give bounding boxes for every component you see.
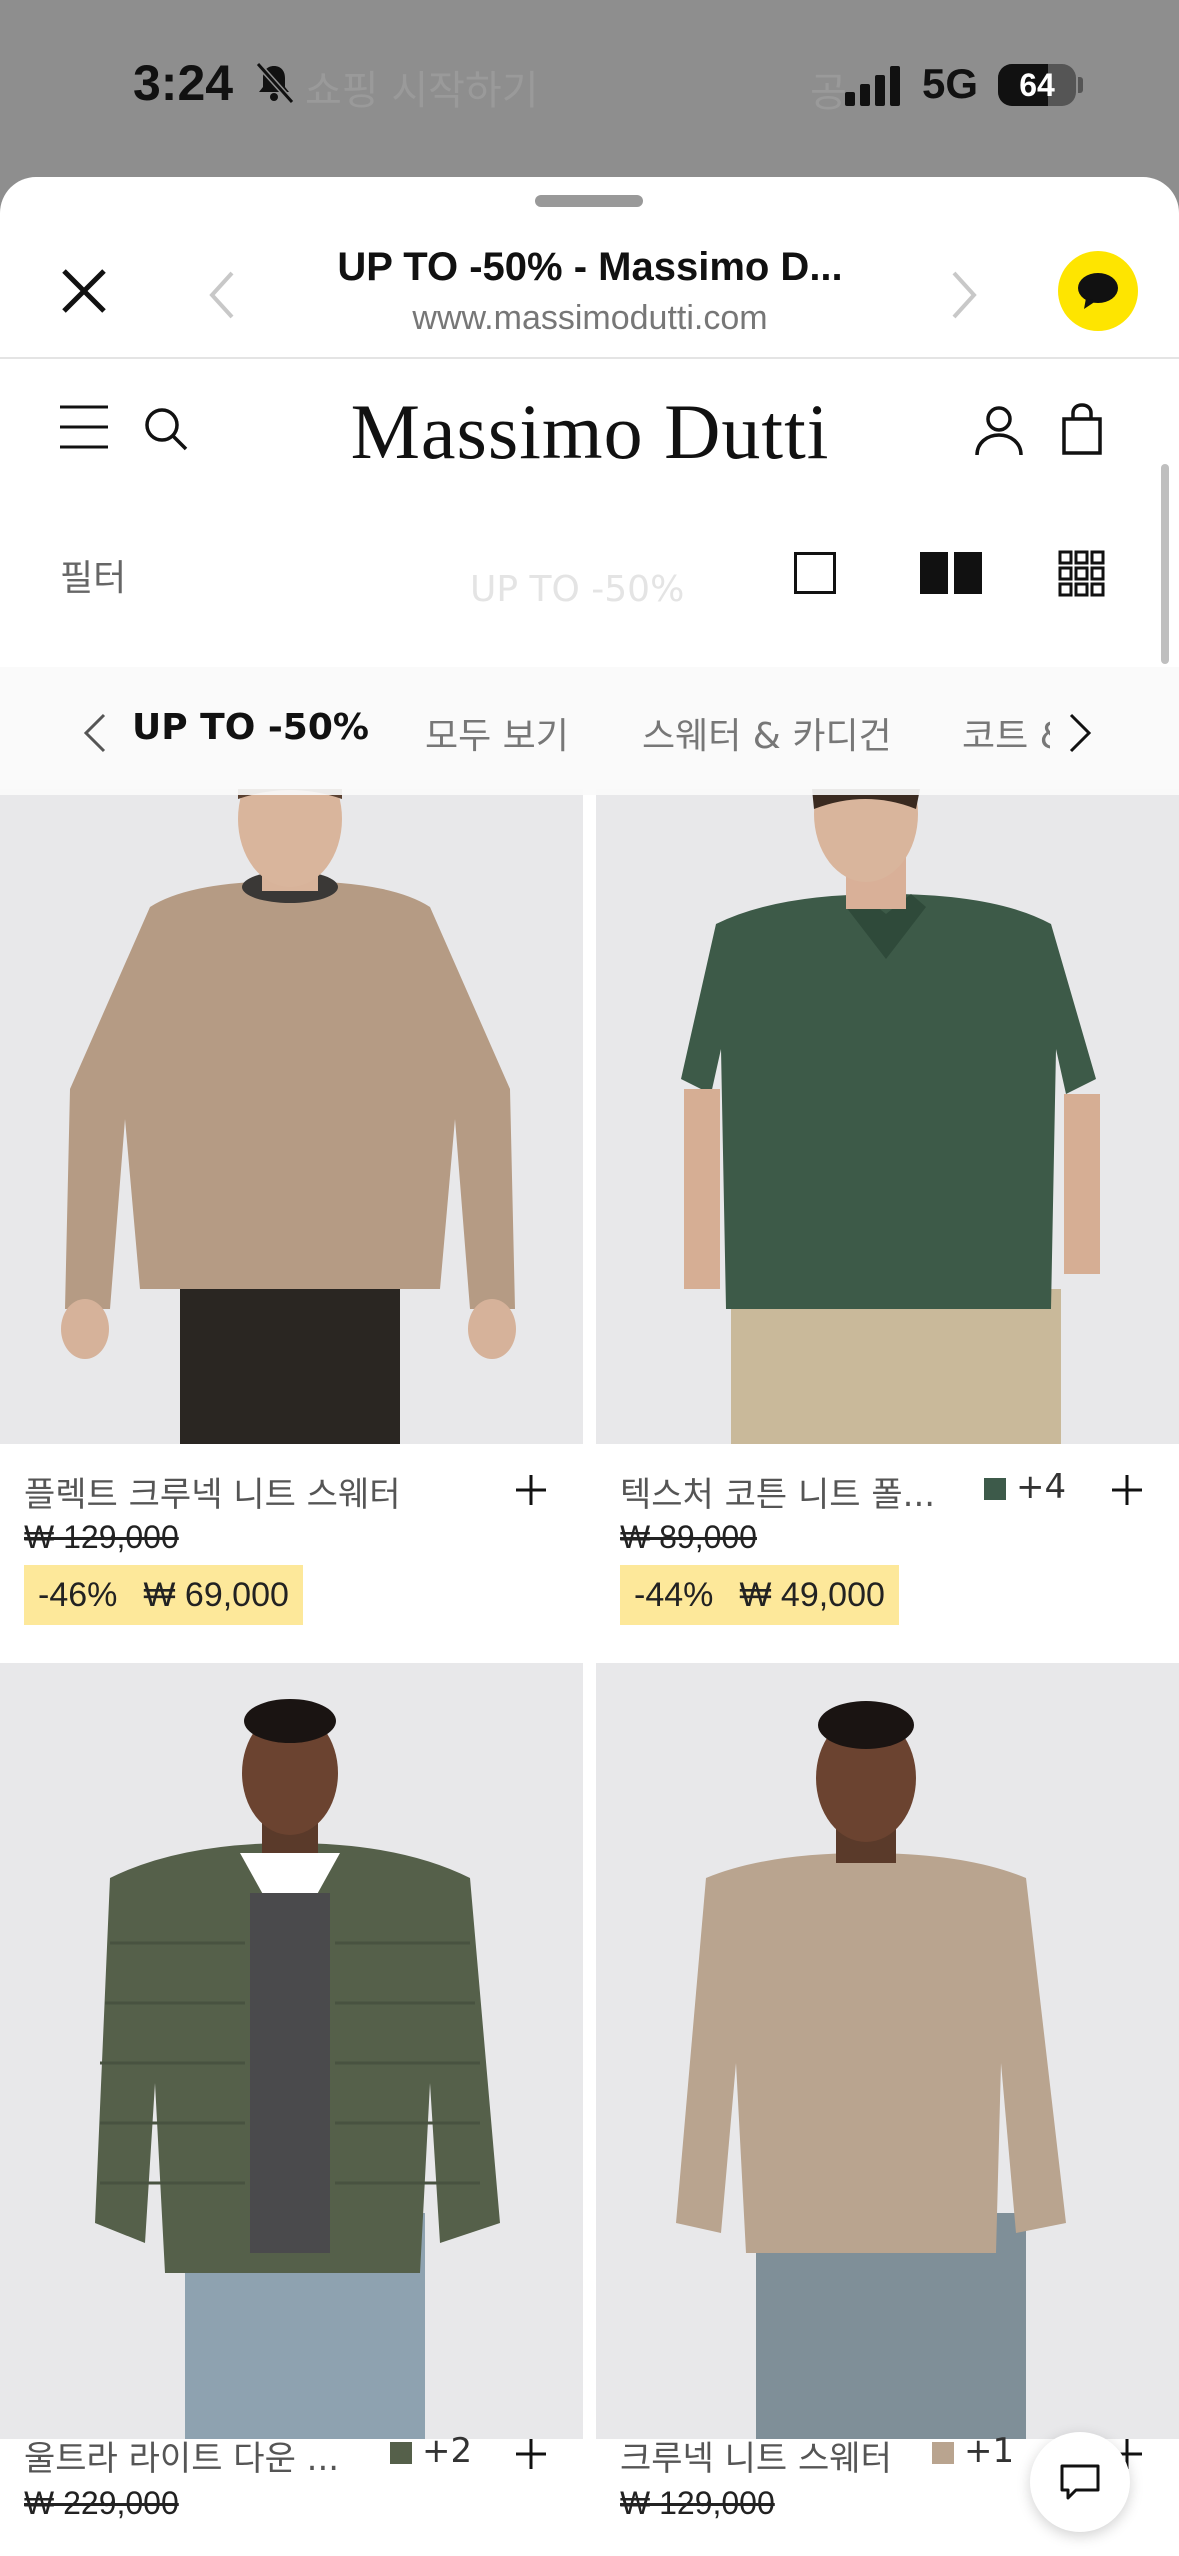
battery-level: 64 [1019,67,1055,103]
color-swatch [984,1477,1006,1500]
product-name[interactable]: 크루넥 니트 스웨터 [620,2431,950,2480]
add-to-cart-plus-icon[interactable] [514,1473,548,1507]
product-image[interactable] [0,1663,583,2439]
discount-percent: -46% [38,1576,118,1614]
chevron-left-icon[interactable] [80,711,110,755]
category-tab-sale[interactable]: UP TO -50% [132,707,369,748]
color-swatch [390,2441,412,2464]
background-app-text: 공 [810,70,847,116]
chat-support-button[interactable] [1030,2432,1130,2532]
product-name[interactable]: 텍스처 코튼 니트 폴... [620,1467,970,1516]
product-card[interactable]: 플렉트 크루넥 니트 스웨터 ₩ 129,000 -46% ₩ 69,000 [0,789,583,1639]
color-swatch [932,2441,954,2464]
single-column-view-icon[interactable] [794,552,836,594]
signal-icon [845,66,900,106]
hamburger-menu-icon[interactable] [58,403,110,451]
product-card[interactable]: 울트라 라이트 다운 ... +2 ₩ 229,000 [0,1663,583,2556]
model-olive-jacket-image [0,1663,583,2439]
chat-bubble-icon [1060,2464,1100,2500]
category-tab-sweaters[interactable]: 스웨터 & 카디건 [642,707,892,759]
section-title: UP TO -50% [470,569,685,610]
status-time: 3:24 [133,55,234,111]
sale-price: ₩ 69,000 [143,1576,289,1614]
sale-price-badge: -46% ₩ 69,000 [24,1565,303,1625]
background-app-title: 쇼핑 시작하기 [305,68,539,114]
bell-muted-icon [255,61,295,104]
user-account-icon[interactable] [972,403,1026,457]
model-beige-sweater-image [0,789,583,1444]
close-icon[interactable] [50,257,118,325]
filter-button[interactable]: 필터 [60,549,126,601]
search-icon[interactable] [140,403,192,455]
model-green-polo-image [596,789,1179,1444]
more-colors-count: +4 [1016,1467,1067,1507]
category-scroller: UP TO -50% 모두 보기 스웨터 & 카디건 코트 & [130,667,1050,795]
chevron-left-icon[interactable] [198,265,248,325]
shopping-bag-icon[interactable] [1056,401,1108,457]
product-image[interactable] [596,789,1179,1444]
color-swatches[interactable]: +4 [984,1467,1066,1507]
more-colors-count: +1 [964,2431,1015,2471]
model-beige-knit-image [596,1663,1179,2439]
add-to-cart-plus-icon[interactable] [514,2437,548,2471]
browser-sheet: UP TO -50% - Massimo D... www.massimodut… [0,177,1179,2556]
category-tab-coats[interactable]: 코트 & [962,707,1050,759]
product-name[interactable]: 플렉트 크루넥 니트 스웨터 [24,1467,484,1516]
brand-logo[interactable]: Massimo Dutti [300,387,880,477]
product-image[interactable] [596,1663,1179,2439]
chevron-right-icon[interactable] [938,265,988,325]
discount-percent: -44% [634,1576,714,1614]
battery-icon: 64 [998,64,1076,106]
two-column-view-icon[interactable] [920,552,982,594]
browser-bar: UP TO -50% - Massimo D... www.massimodut… [0,217,1179,359]
speech-bubble-icon [1078,273,1118,309]
product-image[interactable] [0,789,583,1444]
more-colors-count: +2 [422,2431,473,2471]
product-card[interactable]: 텍스처 코튼 니트 폴... +4 ₩ 89,000 -44% ₩ 49,000 [596,789,1179,1639]
sale-price-badge: -44% ₩ 49,000 [620,1565,899,1625]
category-tabs: UP TO -50% 모두 보기 스웨터 & 카디건 코트 & [0,667,1179,795]
original-price: ₩ 129,000 [24,1519,179,1555]
add-to-cart-plus-icon[interactable] [1110,1473,1144,1507]
original-price: ₩ 229,000 [24,2485,179,2521]
original-price: ₩ 129,000 [620,2485,775,2521]
page-title: UP TO -50% - Massimo D... [337,245,843,289]
kakao-chat-button[interactable] [1058,251,1138,331]
category-tab-all[interactable]: 모두 보기 [425,707,569,759]
sheet-grabber[interactable] [535,195,643,207]
product-name[interactable]: 울트라 라이트 다운 ... [24,2431,369,2480]
site-header: Massimo Dutti [0,359,1179,509]
color-swatches[interactable]: +2 [390,2431,472,2471]
scroll-indicator[interactable] [1161,464,1169,664]
page-url: www.massimodutti.com [412,299,768,337]
sale-price: ₩ 49,000 [739,1576,885,1614]
network-type: 5G [922,60,979,107]
grid-view-icon[interactable] [1058,550,1106,598]
product-card[interactable]: 크루넥 니트 스웨터 +1 ₩ 129,000 [596,1663,1179,2556]
chevron-right-icon[interactable] [1065,711,1095,755]
status-bar: 3:24 쇼핑 시작하기 공 5G 64 [0,0,1179,175]
original-price: ₩ 89,000 [620,1519,757,1555]
battery-tip [1078,77,1083,93]
color-swatches[interactable]: +1 [932,2431,1014,2471]
